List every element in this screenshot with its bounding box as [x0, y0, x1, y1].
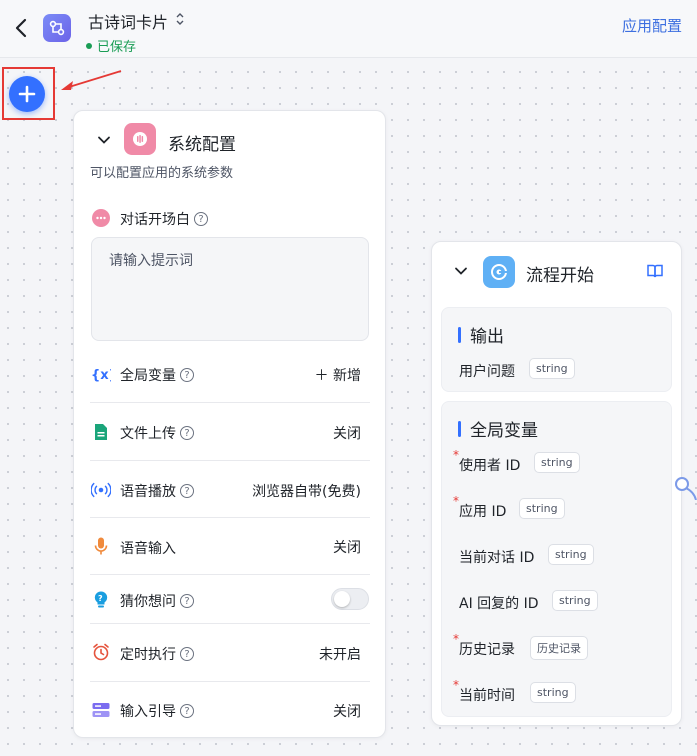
- chevron-down-icon: [455, 267, 467, 275]
- global-var-label: 使用者 ID: [459, 458, 521, 474]
- add-global-variable-button[interactable]: ＋ 新增: [315, 365, 361, 385]
- file-icon: [91, 422, 111, 442]
- input-guide-icon: [91, 700, 111, 720]
- opening-prompt-input[interactable]: 请输入提示词: [91, 237, 369, 341]
- divider: [90, 402, 370, 403]
- type-tag: string: [552, 590, 598, 611]
- help-icon[interactable]: ?: [194, 212, 208, 226]
- collapse-button[interactable]: [96, 132, 112, 148]
- system-config-description: 可以配置应用的系统参数: [90, 166, 234, 181]
- divider: [90, 517, 370, 518]
- section-accent-bar: [458, 420, 461, 437]
- app-config-link[interactable]: 应用配置: [622, 15, 682, 36]
- type-tag: string: [534, 452, 580, 473]
- output-section: 输出 用户问题 string: [441, 307, 672, 392]
- divider: [90, 574, 370, 575]
- book-icon[interactable]: [646, 263, 664, 279]
- output-title-text: 输出: [470, 327, 504, 347]
- help-icon[interactable]: ?: [180, 594, 194, 608]
- help-icon[interactable]: ?: [180, 484, 194, 498]
- global-vars-section-title: 全局变量: [458, 416, 538, 441]
- row-label-scheduled-run: 定时执行 ?: [120, 644, 194, 664]
- help-icon[interactable]: ?: [180, 647, 194, 661]
- chevron-down-icon: [98, 136, 110, 144]
- section-accent-bar: [458, 326, 461, 343]
- global-vars-section: 全局变量 * 使用者 ID string * 应用 ID string 当前对话…: [441, 401, 672, 717]
- row-label-file-upload: 文件上传 ?: [120, 423, 194, 443]
- global-vars-title-text: 全局变量: [470, 421, 538, 441]
- chevron-left-icon: [15, 18, 27, 38]
- row-label-text: 全局变量: [120, 368, 176, 384]
- global-var-label: 当前对话 ID: [459, 550, 535, 566]
- connection-handle[interactable]: [672, 476, 697, 500]
- system-config-title: 系统配置: [168, 135, 236, 155]
- row-label-voice-playback: 语音播放 ?: [120, 481, 194, 501]
- chevron-up-down-icon: [176, 13, 184, 25]
- svg-text:?: ?: [98, 594, 103, 603]
- row-label-voice-input: 语音输入: [120, 538, 176, 558]
- flow-start-title: 流程开始: [526, 266, 594, 286]
- row-label-guess-question: 猜你想问 ?: [120, 591, 194, 611]
- top-bar: 古诗词卡片 已保存 应用配置: [0, 0, 697, 58]
- output-var-label: 用户问题: [459, 364, 515, 380]
- global-var-label: AI 回复的 ID: [459, 596, 539, 612]
- variable-icon: {x}: [91, 364, 111, 384]
- back-button[interactable]: [12, 16, 32, 40]
- flow-start-icon: [483, 256, 515, 288]
- divider: [90, 623, 370, 624]
- toggle-knob: [334, 591, 350, 607]
- input-guide-value[interactable]: 关闭: [333, 701, 361, 721]
- microphone-icon: [91, 536, 111, 556]
- app-title[interactable]: 古诗词卡片: [88, 9, 168, 33]
- output-section-title: 输出: [458, 322, 504, 347]
- guess-question-toggle[interactable]: [331, 588, 369, 610]
- type-tag: string: [519, 498, 565, 519]
- broadcast-icon: [91, 480, 111, 500]
- workflow-app-icon: [43, 14, 71, 42]
- system-config-card[interactable]: 系统配置 可以配置应用的系统参数 对话开场白 ? 请输入提示词 {x} 全局变量…: [73, 110, 386, 738]
- type-tag: string: [530, 682, 576, 703]
- save-status-text: 已保存: [97, 40, 137, 55]
- alarm-clock-icon: [91, 642, 111, 662]
- annotation-arrow: [61, 70, 122, 90]
- type-tag: string: [529, 358, 575, 379]
- help-icon[interactable]: ?: [180, 704, 194, 718]
- row-label-text: 输入引导: [120, 704, 176, 720]
- row-label-input-guide: 输入引导 ?: [120, 701, 194, 721]
- global-var-label: 历史记录: [459, 642, 515, 658]
- divider: [90, 460, 370, 461]
- title-switch-button[interactable]: [174, 10, 186, 28]
- global-var-label: 当前时间: [459, 688, 515, 704]
- system-config-icon: [124, 123, 156, 155]
- svg-text:{x}: {x}: [91, 368, 111, 383]
- help-icon[interactable]: ?: [180, 368, 194, 382]
- lightbulb-question-icon: ?: [91, 590, 111, 610]
- opening-label-text: 对话开场白: [120, 212, 190, 228]
- type-tag: string: [548, 544, 594, 565]
- type-tag: 历史记录: [530, 636, 588, 660]
- collapse-button[interactable]: [453, 263, 469, 279]
- row-label-text: 语音播放: [120, 484, 176, 500]
- row-label-text: 定时执行: [120, 647, 176, 663]
- row-label-text: 语音输入: [120, 541, 176, 557]
- row-label-text: 猜你想问: [120, 594, 176, 610]
- add-node-button[interactable]: [9, 76, 45, 112]
- save-status: 已保存: [86, 36, 136, 55]
- help-icon[interactable]: ?: [180, 426, 194, 440]
- flow-start-card[interactable]: 流程开始 输出 用户问题 string 全局变量 * 使用者 ID string…: [431, 241, 682, 726]
- scheduled-run-value[interactable]: 未开启: [319, 644, 361, 664]
- divider: [90, 681, 370, 682]
- voice-input-value[interactable]: 关闭: [333, 537, 361, 557]
- chat-bubble-icon: [91, 208, 111, 228]
- voice-playback-value[interactable]: 浏览器自带(免费): [252, 481, 361, 501]
- global-var-label: 应用 ID: [459, 504, 507, 520]
- plus-icon: [18, 85, 36, 103]
- row-label-global-variables: 全局变量 ?: [120, 365, 194, 385]
- row-label-text: 文件上传: [120, 426, 176, 442]
- status-dot: [86, 42, 92, 49]
- file-upload-value[interactable]: 关闭: [333, 423, 361, 443]
- opening-label: 对话开场白 ?: [120, 209, 208, 229]
